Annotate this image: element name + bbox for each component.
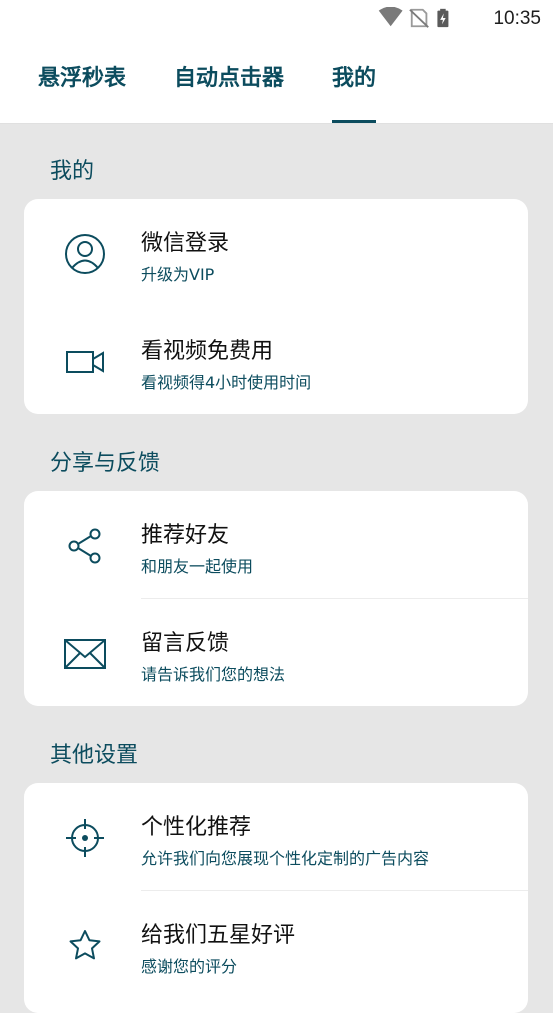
watch-video-item[interactable]: 看视频免费用 看视频得4小时使用时间 [24,307,528,414]
leave-feedback-title: 留言反馈 [141,631,230,656]
video-camera-icon [66,351,104,373]
status-bar: 10:35 [0,0,553,38]
share-icon [68,528,101,564]
crosshair-icon [66,819,104,857]
no-sim-icon [409,8,429,28]
leave-feedback-item[interactable]: 留言反馈 请告诉我们您的想法 [24,599,528,706]
personalized-ads-subtitle: 允许我们向您展现个性化定制的广告内容 [141,849,430,868]
wechat-login-item[interactable]: 微信登录 升级为VIP [24,199,528,307]
section-title-mine: 我的 [50,159,95,184]
card-share-feedback: 推荐好友 和朋友一起使用 留言反馈 请告诉我们您的想法 [24,491,528,706]
user-circle-icon [65,234,105,274]
recommend-friends-item[interactable]: 推荐好友 和朋友一起使用 [24,491,528,599]
card-mine: 微信登录 升级为VIP 看视频免费用 看视频得4小时使用时间 [24,199,528,414]
section-title-share-feedback: 分享与反馈 [50,451,161,476]
watch-video-subtitle: 看视频得4小时使用时间 [141,373,312,392]
recommend-friends-title: 推荐好友 [141,523,230,548]
recommend-friends-subtitle: 和朋友一起使用 [141,557,254,576]
mail-icon [64,639,106,669]
personalized-ads-item[interactable]: 个性化推荐 允许我们向您展现个性化定制的广告内容 [24,783,528,891]
rate-five-stars-subtitle: 感谢您的评分 [141,957,238,976]
wechat-login-title: 微信登录 [141,231,230,256]
card-other-settings: 个性化推荐 允许我们向您展现个性化定制的广告内容 给我们五星好评 感谢您的评分 [24,783,528,1013]
tab-mine[interactable]: 我的 [332,38,377,123]
star-icon [69,930,101,960]
battery-charging-icon [437,8,449,28]
leave-feedback-subtitle: 请告诉我们您的想法 [141,665,286,684]
wechat-login-subtitle: 升级为VIP [141,265,215,284]
section-title-other-settings: 其他设置 [50,743,139,768]
tab-floating-stopwatch[interactable]: 悬浮秒表 [38,38,126,123]
status-icons [378,7,449,28]
tab-bar: 悬浮秒表 自动点击器 我的 [0,38,553,124]
wifi-icon [378,7,403,27]
status-time: 10:35 [493,8,541,29]
tab-auto-clicker[interactable]: 自动点击器 [174,38,284,123]
rate-five-stars-title: 给我们五星好评 [141,923,296,948]
personalized-ads-title: 个性化推荐 [141,815,252,840]
watch-video-title: 看视频免费用 [141,339,274,364]
